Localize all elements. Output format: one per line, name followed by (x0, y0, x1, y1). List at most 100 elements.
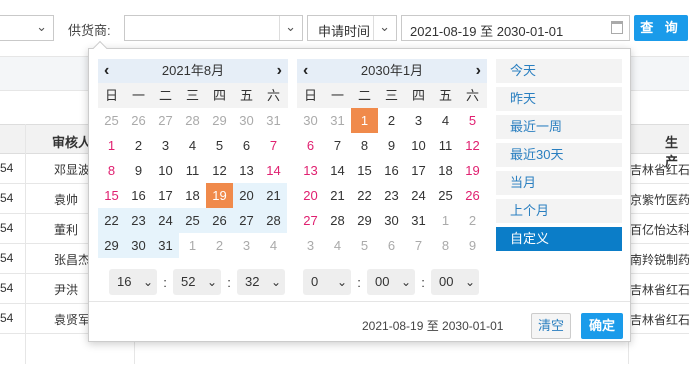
calendar-day[interactable]: 5 (459, 108, 486, 133)
end-minute-select[interactable]: 00 ⌄ (367, 269, 415, 295)
calendar-day[interactable]: 16 (378, 158, 405, 183)
calendar-day[interactable]: 9 (459, 233, 486, 258)
quick-range-item[interactable]: 当月 (496, 171, 622, 195)
calendar-day[interactable]: 5 (351, 233, 378, 258)
calendar-day[interactable]: 29 (206, 108, 233, 133)
calendar-day[interactable]: 28 (324, 208, 351, 233)
start-minute-select[interactable]: 52 ⌄ (173, 269, 221, 295)
calendar-day[interactable]: 14 (324, 158, 351, 183)
calendar-day[interactable]: 27 (233, 208, 260, 233)
calendar-day[interactable]: 10 (152, 158, 179, 183)
calendar-day[interactable]: 23 (125, 208, 152, 233)
calendar-day[interactable]: 31 (324, 108, 351, 133)
calendar-day[interactable]: 1 (179, 233, 206, 258)
calendar-day[interactable]: 30 (297, 108, 324, 133)
calendar-day[interactable]: 9 (378, 133, 405, 158)
calendar-day[interactable]: 18 (179, 183, 206, 208)
calendar-day[interactable]: 29 (98, 233, 125, 258)
calendar-day[interactable]: 6 (233, 133, 260, 158)
calendar-day[interactable]: 13 (297, 158, 324, 183)
calendar-icon[interactable] (611, 21, 623, 34)
calendar-day[interactable]: 20 (233, 183, 260, 208)
calendar-day[interactable]: 4 (260, 233, 287, 258)
calendar-day[interactable]: 4 (324, 233, 351, 258)
calendar-day[interactable]: 6 (378, 233, 405, 258)
start-second-select[interactable]: 32 ⌄ (237, 269, 285, 295)
quick-range-item[interactable]: 昨天 (496, 87, 622, 111)
calendar-day[interactable]: 26 (125, 108, 152, 133)
end-second-select[interactable]: 00 ⌄ (431, 269, 479, 295)
supplier-select[interactable]: ⌄ (124, 15, 303, 41)
quick-range-item[interactable]: 最近30天 (496, 143, 622, 167)
calendar-day[interactable]: 25 (432, 183, 459, 208)
quick-range-item[interactable]: 上个月 (496, 199, 622, 223)
quick-range-item[interactable]: 今天 (496, 59, 622, 83)
calendar-day[interactable]: 25 (179, 208, 206, 233)
calendar-day[interactable]: 11 (179, 158, 206, 183)
calendar-day[interactable]: 2 (459, 208, 486, 233)
calendar-day[interactable]: 4 (432, 108, 459, 133)
calendar-day[interactable]: 26 (459, 183, 486, 208)
calendar-day[interactable]: 21 (324, 183, 351, 208)
next-month-icon[interactable]: › (476, 59, 481, 83)
calendar-day[interactable]: 18 (432, 158, 459, 183)
calendar-day[interactable]: 19 (459, 158, 486, 183)
calendar-day[interactable]: 31 (260, 108, 287, 133)
calendar-day[interactable]: 3 (233, 233, 260, 258)
calendar-day[interactable]: 10 (405, 133, 432, 158)
calendar-day[interactable]: 29 (351, 208, 378, 233)
end-hour-select[interactable]: 0 ⌄ (303, 269, 351, 295)
calendar-day[interactable]: 30 (378, 208, 405, 233)
calendar-day[interactable]: 27 (297, 208, 324, 233)
calendar-day[interactable]: 28 (260, 208, 287, 233)
calendar-day[interactable]: 19 (206, 183, 233, 208)
calendar-day[interactable]: 30 (125, 233, 152, 258)
calendar-day[interactable]: 22 (351, 183, 378, 208)
calendar-day[interactable]: 31 (405, 208, 432, 233)
calendar-day[interactable]: 4 (179, 133, 206, 158)
column-header-reviewer[interactable]: 审核人 (52, 132, 91, 151)
calendar-day[interactable]: 11 (432, 133, 459, 158)
calendar-day[interactable]: 27 (152, 108, 179, 133)
calendar-day[interactable]: 8 (432, 233, 459, 258)
query-button[interactable]: 查 询 (634, 15, 688, 41)
calendar-day[interactable]: 3 (152, 133, 179, 158)
calendar-day[interactable]: 2 (378, 108, 405, 133)
calendar-day[interactable]: 7 (324, 133, 351, 158)
prev-month-icon[interactable]: ‹ (104, 59, 109, 83)
start-hour-select[interactable]: 16 ⌄ (109, 269, 157, 295)
calendar-day[interactable]: 9 (125, 158, 152, 183)
calendar-day[interactable]: 2 (206, 233, 233, 258)
calendar-day[interactable]: 12 (206, 158, 233, 183)
calendar-day[interactable]: 3 (297, 233, 324, 258)
calendar-day[interactable]: 13 (233, 158, 260, 183)
calendar-day[interactable]: 14 (260, 158, 287, 183)
calendar-day[interactable]: 12 (459, 133, 486, 158)
left-select[interactable]: ⌄ (0, 15, 54, 41)
date-range-input[interactable]: 2021-08-19 至 2030-01-01 (401, 15, 630, 41)
calendar-day[interactable]: 17 (152, 183, 179, 208)
calendar-day[interactable]: 17 (405, 158, 432, 183)
calendar-day[interactable]: 2 (125, 133, 152, 158)
calendar-day[interactable]: 3 (405, 108, 432, 133)
calendar-day[interactable]: 8 (98, 158, 125, 183)
prev-month-icon[interactable]: ‹ (303, 59, 308, 83)
calendar-day[interactable]: 7 (405, 233, 432, 258)
calendar-day[interactable]: 28 (179, 108, 206, 133)
calendar-day[interactable]: 31 (152, 233, 179, 258)
calendar-day[interactable]: 21 (260, 183, 287, 208)
calendar-day[interactable]: 30 (233, 108, 260, 133)
quick-range-item[interactable]: 自定义 (496, 227, 622, 251)
clear-button[interactable]: 清空 (531, 313, 571, 339)
calendar-day[interactable]: 1 (98, 133, 125, 158)
calendar-day[interactable]: 22 (98, 208, 125, 233)
calendar-day[interactable]: 1 (432, 208, 459, 233)
calendar-day[interactable]: 5 (206, 133, 233, 158)
time-type-select[interactable]: 申请时间 ⌄ (307, 15, 397, 41)
calendar-day[interactable]: 15 (351, 158, 378, 183)
next-month-icon[interactable]: › (277, 59, 282, 83)
calendar-day[interactable]: 16 (125, 183, 152, 208)
calendar-day[interactable]: 15 (98, 183, 125, 208)
calendar-day[interactable]: 24 (152, 208, 179, 233)
calendar-day[interactable]: 7 (260, 133, 287, 158)
